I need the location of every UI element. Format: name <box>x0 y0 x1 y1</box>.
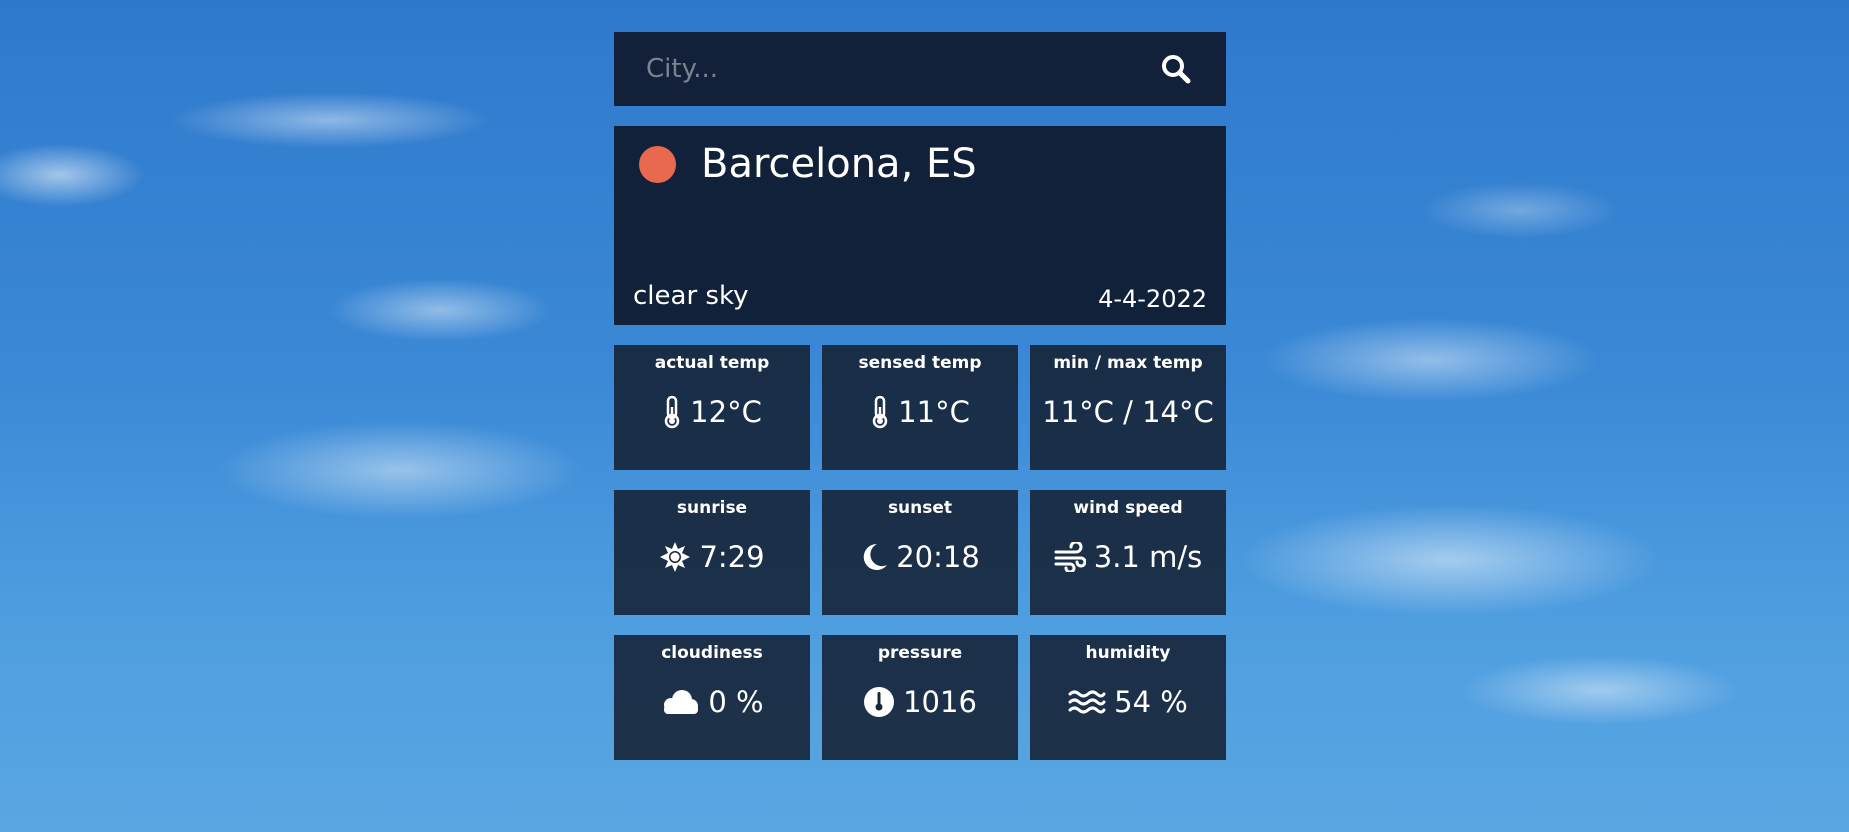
tile-actual-temp: actual temp 12°C <box>614 345 810 470</box>
moon-icon <box>860 542 888 572</box>
weather-app: Barcelona, ES clear sky 4-4-2022 actual … <box>614 32 1226 760</box>
tile-sensed-temp: sensed temp 11°C <box>822 345 1018 470</box>
tile-pressure: pressure 1016 <box>822 635 1018 760</box>
tile-value: 11°C <box>898 395 970 429</box>
tile-value: 0 % <box>708 685 764 719</box>
weather-details-grid: actual temp 12°C sensed temp 11°C min / … <box>614 345 1226 760</box>
tile-sunrise: sunrise 7:29 <box>614 490 810 615</box>
search-button[interactable] <box>1156 49 1196 89</box>
thermometer-icon <box>662 395 682 429</box>
tile-value: 3.1 m/s <box>1093 540 1203 574</box>
tile-value: 54 % <box>1114 685 1188 719</box>
tile-label: sunrise <box>676 498 748 518</box>
thermometer-icon <box>870 395 890 429</box>
city-name: Barcelona, ES <box>701 141 977 187</box>
cloud-icon <box>660 688 700 716</box>
tile-label: actual temp <box>654 353 770 373</box>
tile-value: 20:18 <box>896 540 980 574</box>
tile-value: 11°C / 14°C <box>1042 395 1214 429</box>
tile-wind-speed: wind speed 3.1 m/s <box>1030 490 1226 615</box>
tile-value: 12°C <box>690 395 762 429</box>
wind-icon <box>1054 542 1086 572</box>
tile-label: pressure <box>877 643 963 663</box>
tile-label: sensed temp <box>858 353 982 373</box>
tile-label: wind speed <box>1073 498 1183 518</box>
tile-value: 7:29 <box>699 540 765 574</box>
tile-humidity: humidity 54 % <box>1030 635 1226 760</box>
weather-date: 4-4-2022 <box>1098 285 1207 313</box>
search-icon <box>1160 53 1192 85</box>
tile-sunset: sunset 20:18 <box>822 490 1018 615</box>
gauge-icon <box>863 686 895 718</box>
city-search-input[interactable] <box>644 53 1108 85</box>
weather-description: clear sky <box>633 281 749 311</box>
current-weather-card: Barcelona, ES clear sky 4-4-2022 <box>614 126 1226 325</box>
sun-icon <box>659 541 691 573</box>
tile-label: cloudiness <box>661 643 763 663</box>
tile-label: humidity <box>1085 643 1171 663</box>
water-icon <box>1068 689 1106 715</box>
tile-min-max-temp: min / max temp 11°C / 14°C <box>1030 345 1226 470</box>
status-dot <box>639 146 676 183</box>
tile-value: 1016 <box>903 685 977 719</box>
tile-label: min / max temp <box>1053 353 1203 373</box>
tile-label: sunset <box>887 498 953 518</box>
tile-cloudiness: cloudiness 0 % <box>614 635 810 760</box>
search-bar <box>614 32 1226 106</box>
